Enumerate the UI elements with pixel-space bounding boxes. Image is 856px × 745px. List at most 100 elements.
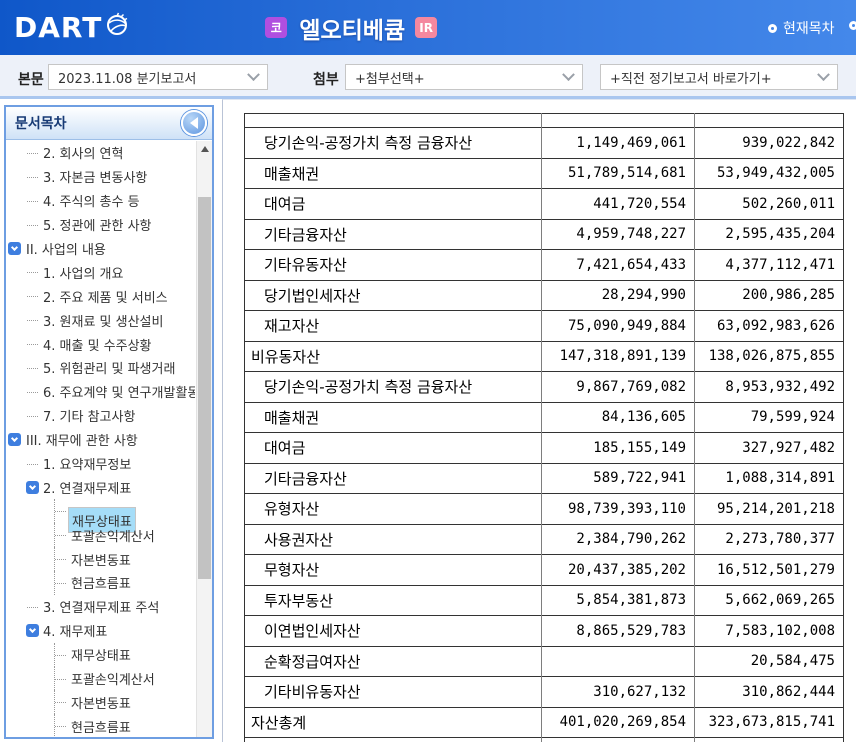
- prior-period-cell: [694, 737, 844, 742]
- toc-item-label[interactable]: 6. 주요계약 및 연구개발활동: [40, 381, 195, 402]
- toc-item: 자본변동표: [6, 690, 195, 715]
- table-row: [244, 737, 844, 742]
- toc-item: 2. 회사의 연혁: [6, 141, 195, 165]
- current-period-value-cell: 4,959,748,227: [541, 218, 695, 250]
- account-name-cell: 기타금융자산: [244, 462, 542, 494]
- previous-report-shortcut-select[interactable]: +직전 정기보고서 바로가기+: [600, 64, 838, 90]
- prior-period-value-cell: 200,986,285: [694, 279, 844, 311]
- table-row: 비유동자산 147,318,891,139 138,026,875,855: [244, 340, 844, 372]
- sidebar-scrollbar[interactable]: [196, 141, 212, 737]
- attachment-select[interactable]: +첨부선택+: [345, 64, 583, 90]
- toc-item-label[interactable]: 3. 원재료 및 생산설비: [40, 310, 166, 331]
- account-name-cell: 유형자산: [244, 493, 542, 524]
- document-version-value: 2023.11.08 분기보고서: [58, 71, 197, 87]
- current-period-value-cell: 589,722,941: [541, 462, 695, 494]
- table-row: 순확정급여자산 20,584,475: [244, 645, 844, 677]
- toc-item-label[interactable]: 2. 회사의 연혁: [40, 142, 126, 163]
- account-name-cell: 매출채권: [244, 157, 542, 189]
- toc-item-label[interactable]: 4. 주식의 총수 등: [40, 190, 143, 211]
- current-period-cell: [541, 113, 695, 128]
- toc-item: 3. 자본금 변동사항: [6, 164, 195, 189]
- toc-item: 5. 정관에 관한 사항: [6, 212, 195, 237]
- ir-badge[interactable]: IR: [415, 17, 438, 38]
- current-toc-label: 현재목차: [783, 21, 835, 37]
- toc-item-label[interactable]: 2. 주요 제품 및 서비스: [40, 286, 171, 307]
- current-period-value-cell: 1,149,469,061: [541, 127, 695, 158]
- toc-item: 4. 재무제표: [6, 618, 195, 643]
- account-name-cell: 투자부동산: [244, 584, 542, 616]
- toc-item-label[interactable]: 2. 연결재무제표: [40, 477, 134, 498]
- toc-item-label[interactable]: 현금흐름표: [68, 716, 134, 737]
- account-name-cell: 대여금: [244, 432, 542, 463]
- sidebar-header: 문서목차: [6, 107, 212, 140]
- toc-item-label[interactable]: 재무상태표: [68, 644, 134, 665]
- account-name-cell: 기타유동자산: [244, 249, 542, 280]
- toc-item: 4. 주식의 총수 등: [6, 188, 195, 213]
- toc-item-label[interactable]: 5. 위험관리 및 파생거래: [40, 357, 178, 378]
- current-period-value-cell: 28,294,990: [541, 279, 695, 311]
- prior-period-value-cell: 16,512,501,279: [694, 554, 844, 585]
- toc-item-label[interactable]: 5. 정관에 관한 사항: [40, 214, 155, 235]
- current-period-value-cell: 401,020,269,854: [541, 706, 695, 738]
- prior-period-value-cell: 53,949,432,005: [694, 157, 844, 189]
- radio-circle-icon-clipped[interactable]: [849, 21, 856, 30]
- toc-item-label[interactable]: 4. 매출 및 수주상황: [40, 334, 155, 355]
- toc-item-label[interactable]: 1. 사업의 개요: [40, 262, 126, 283]
- tree-expander-icon[interactable]: [8, 242, 21, 255]
- tree-expander-icon[interactable]: [8, 433, 21, 447]
- account-name-cell: 기타금융자산: [244, 218, 542, 250]
- table-row: 이연법인세자산 8,865,529,783 7,583,102,008: [244, 615, 844, 646]
- attachment-select-value: +첨부선택+: [355, 71, 425, 87]
- sidebar-toc-panel: 문서목차 2. 회사의 연혁 3. 자본금 변동사항 4. 주식의 총수 등 5. 정…: [4, 105, 214, 739]
- radio-circle-icon: [768, 23, 777, 33]
- scrollbar-thumb[interactable]: [198, 197, 211, 579]
- toc-item: 2. 주요 제품 및 서비스: [6, 284, 195, 309]
- chevron-down-icon: [247, 67, 260, 81]
- scrollbar-up-button[interactable]: [197, 141, 212, 157]
- prior-period-value-cell: 327,927,482: [694, 432, 844, 463]
- table-row: 재고자산 75,090,949,884 63,092,983,626: [244, 310, 844, 341]
- table-row: [245, 113, 844, 128]
- current-period-value-cell: 20,437,385,202: [541, 554, 695, 585]
- toc-item: 현금흐름표: [6, 714, 195, 737]
- prior-period-value-cell: 8,953,932,492: [694, 371, 844, 402]
- current-toc-radio[interactable]: 현재목차: [768, 18, 835, 38]
- toc-item: 1. 요약재무정보: [6, 451, 195, 476]
- chevron-down-icon: [817, 67, 830, 81]
- toc-item-label[interactable]: 현금흐름표: [68, 572, 134, 593]
- arrow-up-icon: [200, 142, 209, 152]
- previous-report-shortcut-value: +직전 정기보고서 바로가기+: [610, 71, 772, 87]
- toc-item: 2. 연결재무제표: [6, 475, 195, 500]
- tree-expander-icon[interactable]: [26, 624, 39, 638]
- dart-viewer-window: DART 코 엘오티베큠 IR 현재목차 본문 2023.11.08 분기보고서: [0, 0, 856, 742]
- table-row: 무형자산 20,437,385,202 16,512,501,279: [244, 554, 844, 585]
- financial-statement-table: 당기손익-공정가치 측정 금융자산 1,149,469,061 939,022,84…: [244, 113, 844, 742]
- toc-item-label[interactable]: 자본변동표: [68, 692, 134, 713]
- current-period-value-cell: 147,318,891,139: [541, 340, 695, 372]
- toc-item-label[interactable]: 1. 요약재무정보: [40, 453, 134, 474]
- current-period-value-cell: 7,421,654,433: [541, 249, 695, 280]
- toc-item-label[interactable]: 7. 기타 참고사항: [40, 405, 138, 426]
- toc-item-label[interactable]: 4. 재무제표: [40, 620, 110, 641]
- toc-item-label[interactable]: 포괄손익계산서: [68, 668, 158, 689]
- toc-item-label[interactable]: 3. 자본금 변동사항: [40, 166, 150, 187]
- sidebar-collapse-button[interactable]: [181, 110, 207, 136]
- market-kosdaq-badge: 코: [265, 17, 288, 38]
- tree-expander-icon[interactable]: [26, 480, 39, 494]
- toc-item-label[interactable]: 자본변동표: [68, 549, 134, 570]
- account-name-cell: [244, 737, 542, 742]
- prior-period-value-cell: 20,584,475: [694, 645, 844, 677]
- account-name-cell: 당기손익-공정가치 측정 금융자산: [244, 127, 542, 158]
- account-name-cell: 당기손익-공정가치 측정 금융자산: [244, 371, 542, 402]
- toc-item-label[interactable]: III. 재무에 관한 사항: [23, 429, 141, 450]
- toc-item: 3. 연결재무제표 주석: [6, 594, 195, 619]
- toc-item-label[interactable]: 3. 연결재무제표 주석: [40, 596, 162, 617]
- toc-item-label[interactable]: 포괄손익계산서: [68, 525, 158, 546]
- prior-period-value-cell: 5,662,069,265: [694, 584, 844, 616]
- document-version-select[interactable]: 2023.11.08 분기보고서: [48, 64, 268, 90]
- toc-item: 현금흐름표: [6, 571, 195, 595]
- toc-item-label[interactable]: II. 사업의 내용: [23, 238, 109, 259]
- toc-item: 재무상태표: [6, 499, 195, 534]
- prior-period-value-cell: 1,088,314,891: [694, 462, 844, 494]
- dart-logo[interactable]: DART: [14, 11, 130, 44]
